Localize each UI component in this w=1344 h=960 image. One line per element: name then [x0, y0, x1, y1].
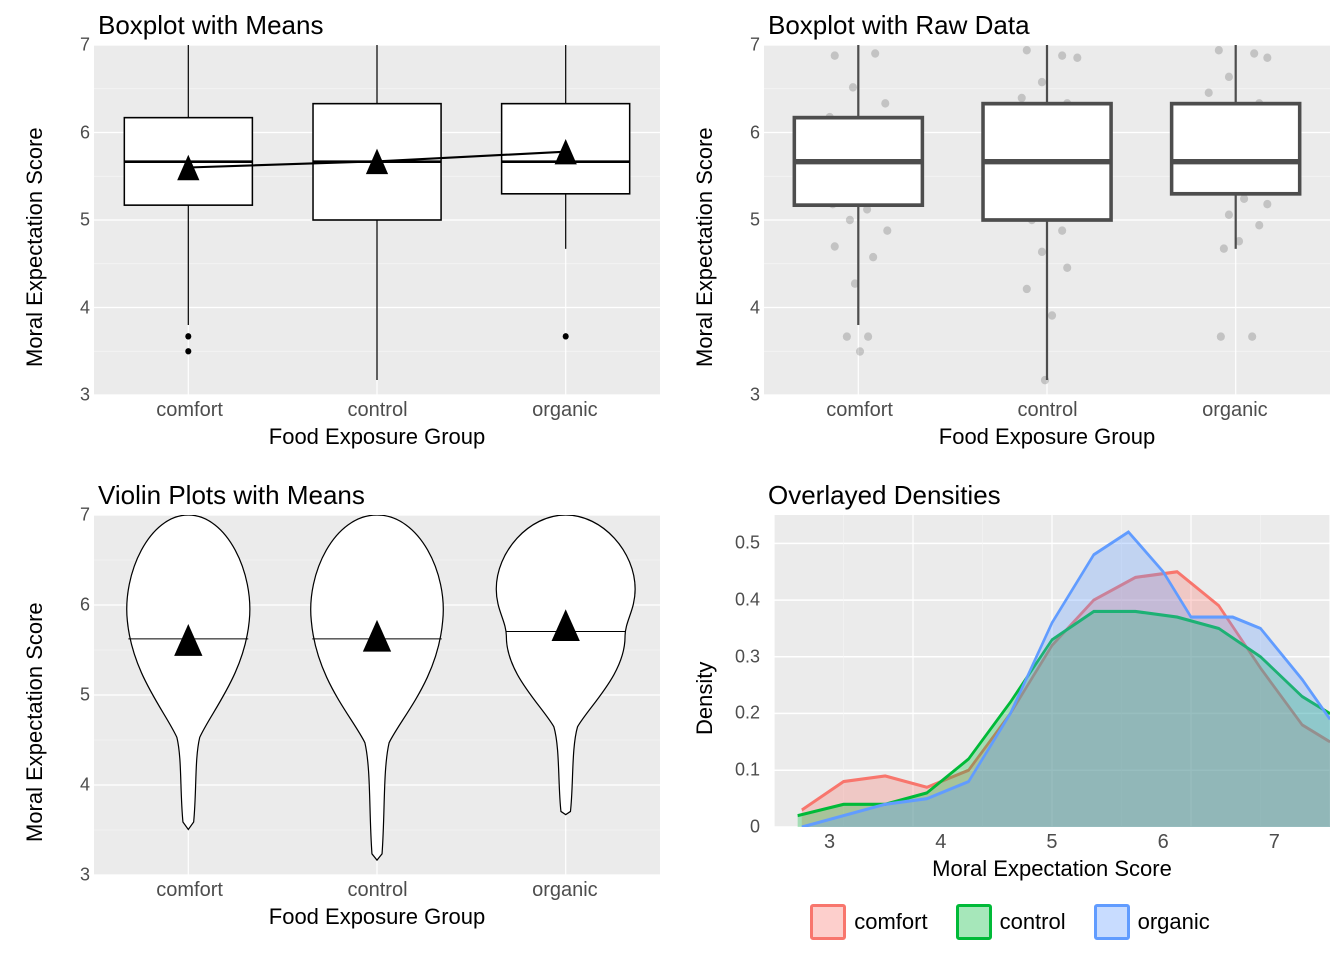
plot-area-tr: 3 4 5 6 7 [764, 45, 1330, 395]
y-tick: 4 [80, 775, 90, 796]
legend-item-organic: organic [1094, 904, 1210, 940]
y-tick: 4 [750, 297, 760, 318]
y-tick: 3 [80, 385, 90, 406]
x-tick: comfort [826, 399, 893, 422]
x-tick: organic [532, 399, 598, 422]
y-tick: 0.3 [735, 646, 760, 667]
y-tick: 7 [80, 505, 90, 526]
legend-label: comfort [854, 909, 927, 935]
legend-item-comfort: comfort [810, 904, 927, 940]
x-tick: comfort [156, 399, 223, 422]
plot-area-bl: 3 4 5 6 7 [94, 515, 660, 875]
panel-violin-means: Violin Plots with Means Moral Expectatio… [20, 480, 660, 930]
y-tick: 0.2 [735, 703, 760, 724]
y-tick: 5 [80, 210, 90, 231]
x-tick: control [348, 879, 408, 902]
legend-key-icon [1094, 904, 1130, 940]
box-control [313, 45, 441, 380]
x-tick: 5 [1046, 831, 1057, 854]
y-axis-label: Moral Expectation Score [20, 515, 54, 930]
x-tick: 7 [1269, 831, 1280, 854]
y-ticks: 3 4 5 6 7 [728, 45, 760, 395]
legend-item-control: control [956, 904, 1066, 940]
x-tick: organic [532, 879, 598, 902]
y-tick: 3 [750, 385, 760, 406]
box-comfort [794, 45, 922, 325]
x-ticks: 3 4 5 6 7 [774, 827, 1330, 854]
panel-boxplot-rawdata: Boxplot with Raw Data Moral Expectation … [690, 10, 1330, 450]
y-axis-label: Moral Expectation Score [20, 45, 54, 450]
box-organic [1172, 45, 1300, 249]
panel-boxplot-means: Boxplot with Means Moral Expectation Sco… [20, 10, 660, 450]
y-tick: 4 [80, 297, 90, 318]
y-axis-label: Density [690, 515, 724, 882]
violin-comfort [127, 515, 250, 829]
legend-label: organic [1138, 909, 1210, 935]
x-tick: 3 [824, 831, 835, 854]
x-axis-label: Food Exposure Group [94, 902, 660, 930]
y-tick: 5 [80, 685, 90, 706]
legend-label: control [1000, 909, 1066, 935]
x-tick: 6 [1158, 831, 1169, 854]
x-axis-label: Food Exposure Group [94, 422, 660, 450]
y-tick: 7 [750, 35, 760, 56]
y-tick: 7 [80, 35, 90, 56]
y-tick: 6 [80, 122, 90, 143]
y-tick: 0.5 [735, 533, 760, 554]
x-ticks: comfort control organic [764, 395, 1330, 422]
y-tick: 6 [80, 595, 90, 616]
violin-control [311, 515, 444, 860]
y-ticks: 3 4 5 6 7 [58, 45, 90, 395]
x-tick: control [1018, 399, 1078, 422]
y-ticks: 0 0.1 0.2 0.3 0.4 0.5 [728, 515, 760, 827]
panel-title: Overlayed Densities [690, 480, 1330, 515]
panel-title: Violin Plots with Means [20, 480, 660, 515]
y-axis-label: Moral Expectation Score [690, 45, 724, 450]
legend-key-icon [810, 904, 846, 940]
legend-key-icon [956, 904, 992, 940]
x-ticks: comfort control organic [94, 395, 660, 422]
y-tick: 3 [80, 865, 90, 886]
panel-densities: Overlayed Densities Density 0 0.1 0.2 0.… [690, 480, 1330, 940]
y-tick: 0 [750, 817, 760, 838]
panel-title: Boxplot with Means [20, 10, 660, 45]
x-tick: organic [1202, 399, 1268, 422]
plot-area-tl: 3 4 5 6 7 [94, 45, 660, 395]
x-tick: 4 [935, 831, 946, 854]
x-axis-label: Moral Expectation Score [774, 854, 1330, 882]
x-tick: control [348, 399, 408, 422]
y-ticks: 3 4 5 6 7 [58, 515, 90, 875]
legend: comfort control organic [690, 882, 1330, 940]
y-tick: 0.1 [735, 760, 760, 781]
panel-title: Boxplot with Raw Data [690, 10, 1330, 45]
y-tick: 5 [750, 210, 760, 231]
x-tick: comfort [156, 879, 223, 902]
plot-area-br: 0 0.1 0.2 0.3 0.4 0.5 [774, 515, 1330, 827]
box-control [983, 45, 1111, 380]
y-tick: 6 [750, 122, 760, 143]
violin-organic [496, 515, 635, 815]
x-ticks: comfort control organic [94, 875, 660, 902]
y-tick: 0.4 [735, 590, 760, 611]
x-axis-label: Food Exposure Group [764, 422, 1330, 450]
